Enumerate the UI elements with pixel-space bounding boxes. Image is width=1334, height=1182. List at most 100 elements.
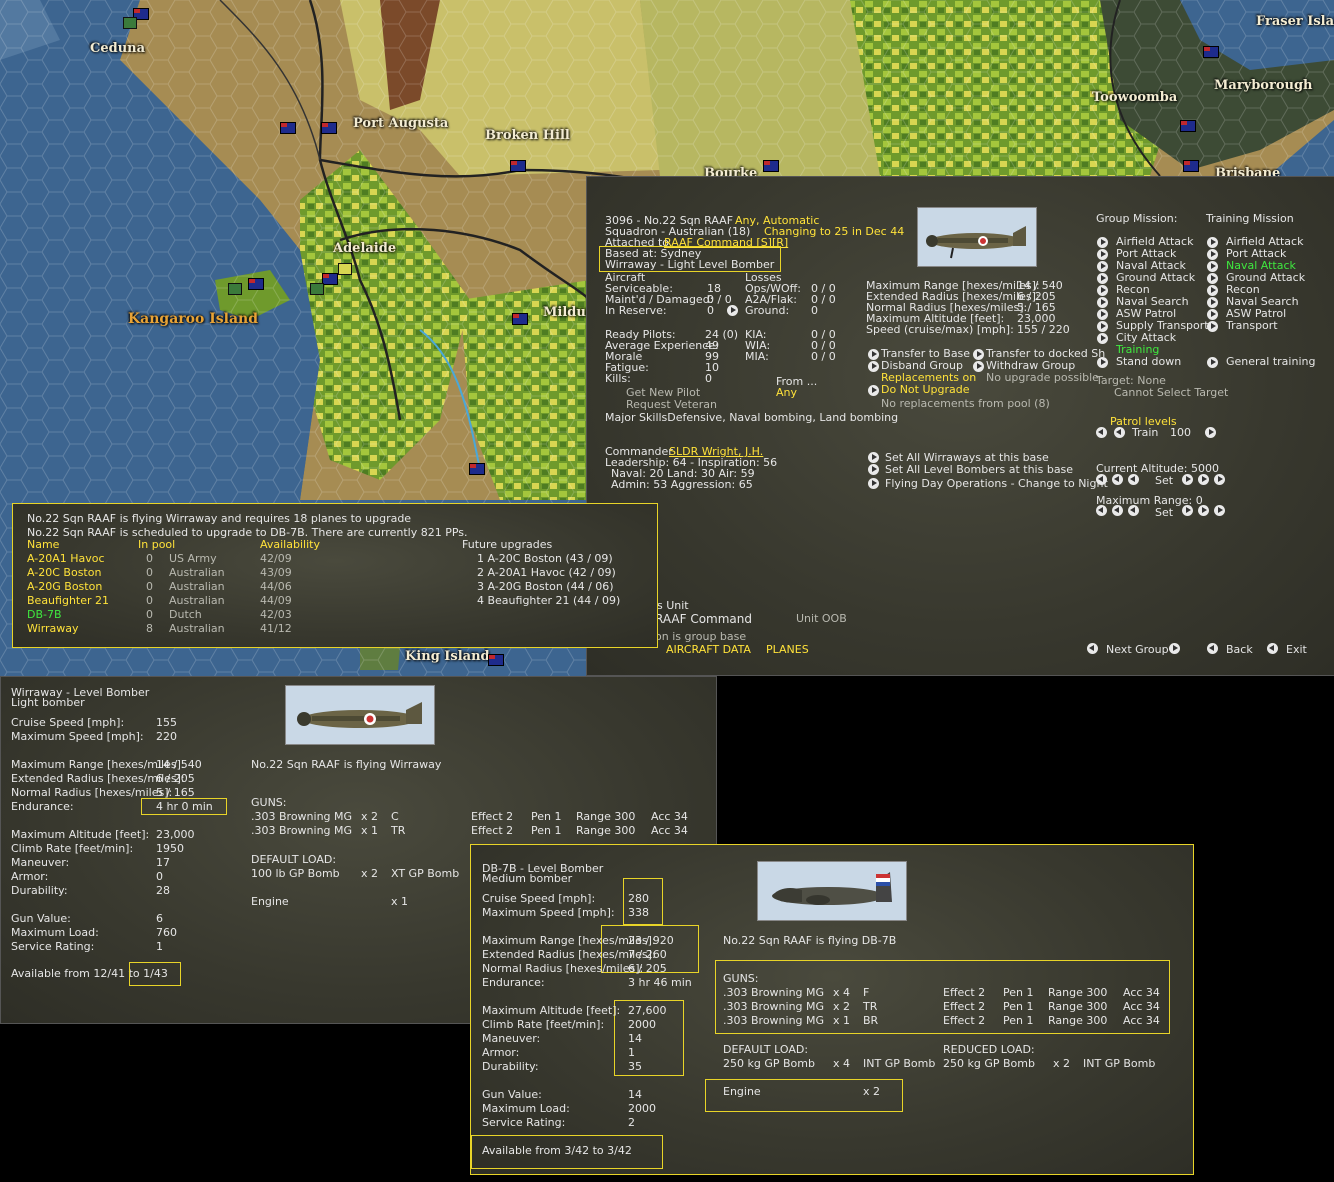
mission-arrow-icon[interactable] (1097, 333, 1108, 344)
training-arrow-icon[interactable] (1207, 309, 1218, 320)
aircraft-type-line[interactable]: Wirraway - Light Level Bomber (605, 259, 774, 271)
base-flag-icon[interactable] (1180, 120, 1196, 132)
range-right-arrow-icon[interactable] (1214, 505, 1225, 516)
from-value[interactable]: Any (776, 387, 797, 399)
day-night-arrow-icon[interactable] (868, 478, 879, 489)
upgrade-row-name[interactable]: A-20A1 Havoc (27, 553, 105, 565)
unit-counter-icon[interactable] (310, 283, 324, 295)
range-right-arrow-icon[interactable] (1198, 505, 1209, 516)
aircraft-data-button[interactable]: AIRCRAFT DATA (666, 644, 751, 656)
wirraway-aircraft-image (285, 685, 435, 745)
mission-arrow-icon[interactable] (1097, 309, 1108, 320)
base-flag-icon[interactable] (510, 160, 526, 172)
request-veteran-button[interactable]: Request Veteran (626, 399, 717, 411)
base-flag-icon[interactable] (763, 160, 779, 172)
future-upgrade-item[interactable]: 3 A-20G Boston (44 / 06) (477, 581, 614, 593)
group-mission-8[interactable]: City Attack (1116, 332, 1176, 344)
mission-arrow-icon[interactable] (1097, 261, 1108, 272)
back-button[interactable]: Back (1226, 644, 1253, 656)
base-flag-icon[interactable] (512, 313, 528, 325)
future-upgrade-item[interactable]: 2 A-20A1 Havoc (42 / 09) (477, 567, 616, 579)
mission-stand-down[interactable]: Stand down (1116, 356, 1181, 368)
altitude-right-arrow-icon[interactable] (1214, 474, 1225, 485)
db7b-engine: Engine (723, 1085, 761, 1098)
range-set-button[interactable]: Set (1155, 507, 1173, 519)
patrol-left-arrow-icon[interactable] (1096, 427, 1107, 438)
patrol-left-arrow-icon[interactable] (1114, 427, 1125, 438)
back-arrow-icon[interactable] (1207, 643, 1218, 654)
upgrade-row-name[interactable]: DB-7B (27, 609, 62, 621)
exit-arrow-icon[interactable] (1267, 643, 1278, 654)
range-left-arrow-icon[interactable] (1128, 505, 1139, 516)
exit-button[interactable]: Exit (1286, 644, 1307, 656)
training-general[interactable]: General training (1226, 356, 1315, 368)
disband-arrow-icon[interactable] (868, 361, 879, 372)
range-right-arrow-icon[interactable] (1182, 505, 1193, 516)
planes-button[interactable]: PLANES (766, 644, 809, 656)
training-mission-7[interactable]: Transport (1226, 320, 1278, 332)
upgrade-row-name[interactable]: Wirraway (27, 623, 79, 635)
altitude-set-button[interactable]: Set (1155, 475, 1173, 487)
flying-day-operations-button[interactable]: Flying Day Operations - Change to Night (885, 478, 1108, 490)
altitude-right-arrow-icon[interactable] (1198, 474, 1209, 485)
prev-group-arrow-icon[interactable] (1087, 643, 1098, 654)
training-arrow-icon[interactable] (1207, 285, 1218, 296)
unit-counter-icon[interactable] (123, 17, 137, 29)
wirraway-stat-label: Normal Radius [hexes/miles]: (11, 786, 173, 799)
raaf-command-link[interactable]: RAAF Command (655, 613, 752, 625)
transfer-docked-arrow-icon[interactable] (973, 349, 984, 360)
transfer-base-arrow-icon[interactable] (868, 349, 879, 360)
col-availability-header: Availability (260, 538, 320, 551)
altitude-left-arrow-icon[interactable] (1128, 474, 1139, 485)
upgrade-row-name[interactable]: Beaufighter 21 (27, 595, 109, 607)
base-flag-icon[interactable] (280, 122, 296, 134)
range-left-arrow-icon[interactable] (1112, 505, 1123, 516)
base-flag-icon[interactable] (248, 278, 264, 290)
base-flag-icon[interactable] (322, 273, 338, 285)
upgrade-row-name[interactable]: A-20G Boston (27, 581, 102, 593)
wirraway-stat-value: 14 / 540 (156, 758, 202, 771)
base-flag-icon[interactable] (488, 654, 504, 666)
range-left-arrow-icon[interactable] (1096, 505, 1107, 516)
mission-arrow-icon[interactable] (1097, 321, 1108, 332)
upgrade-arrow-icon[interactable] (868, 385, 879, 396)
training-arrow-icon[interactable] (1207, 237, 1218, 248)
training-arrow-icon[interactable] (1207, 261, 1218, 272)
next-group-arrow-icon[interactable] (1169, 643, 1180, 654)
altitude-right-arrow-icon[interactable] (1182, 474, 1193, 485)
unit-counter-icon[interactable] (228, 283, 242, 295)
unit-oob-button[interactable]: Unit OOB (796, 613, 847, 625)
wirraway-gun-effect: Effect 2 (471, 810, 514, 823)
base-flag-icon[interactable] (1203, 46, 1219, 58)
upgrade-row-pool: 0 (146, 608, 153, 621)
future-upgrade-item[interactable]: 1 A-20C Boston (43 / 09) (477, 553, 613, 565)
future-upgrade-item[interactable]: 4 Beaufighter 21 (44 / 09) (477, 595, 620, 607)
upgrade-row-name[interactable]: A-20C Boston (27, 567, 101, 579)
altitude-left-arrow-icon[interactable] (1112, 474, 1123, 485)
set-all-arrow-icon[interactable] (868, 464, 879, 475)
base-flag-icon[interactable] (469, 463, 485, 475)
training-arrow-icon[interactable] (1207, 249, 1218, 260)
training-arrow-icon[interactable] (1207, 273, 1218, 284)
altitude-left-arrow-icon[interactable] (1096, 474, 1107, 485)
set-all-level-bombers-button[interactable]: Set All Level Bombers at this base (885, 464, 1073, 476)
mission-arrow-icon[interactable] (1097, 357, 1108, 368)
mission-arrow-icon[interactable] (1207, 357, 1218, 368)
patrol-right-arrow-icon[interactable] (1205, 427, 1216, 438)
base-flag-icon[interactable] (1183, 160, 1199, 172)
mission-arrow-icon[interactable] (1097, 237, 1108, 248)
training-arrow-icon[interactable] (1207, 321, 1218, 332)
set-all-arrow-icon[interactable] (868, 452, 879, 463)
do-not-upgrade-toggle[interactable]: Do Not Upgrade (881, 384, 970, 396)
mission-arrow-icon[interactable] (1097, 297, 1108, 308)
mission-arrow-icon[interactable] (1097, 285, 1108, 296)
db7b-reduced-load-count: x 2 (1053, 1057, 1071, 1070)
in-reserve-arrow-icon[interactable] (727, 305, 738, 316)
mission-arrow-icon[interactable] (1097, 249, 1108, 260)
next-group-button[interactable]: Next Group (1106, 644, 1169, 656)
db7b-stat-value: 2 (628, 1116, 635, 1129)
base-flag-icon[interactable] (321, 122, 337, 134)
unit-counter-icon[interactable] (338, 263, 352, 275)
training-arrow-icon[interactable] (1207, 297, 1218, 308)
mission-arrow-icon[interactable] (1097, 273, 1108, 284)
